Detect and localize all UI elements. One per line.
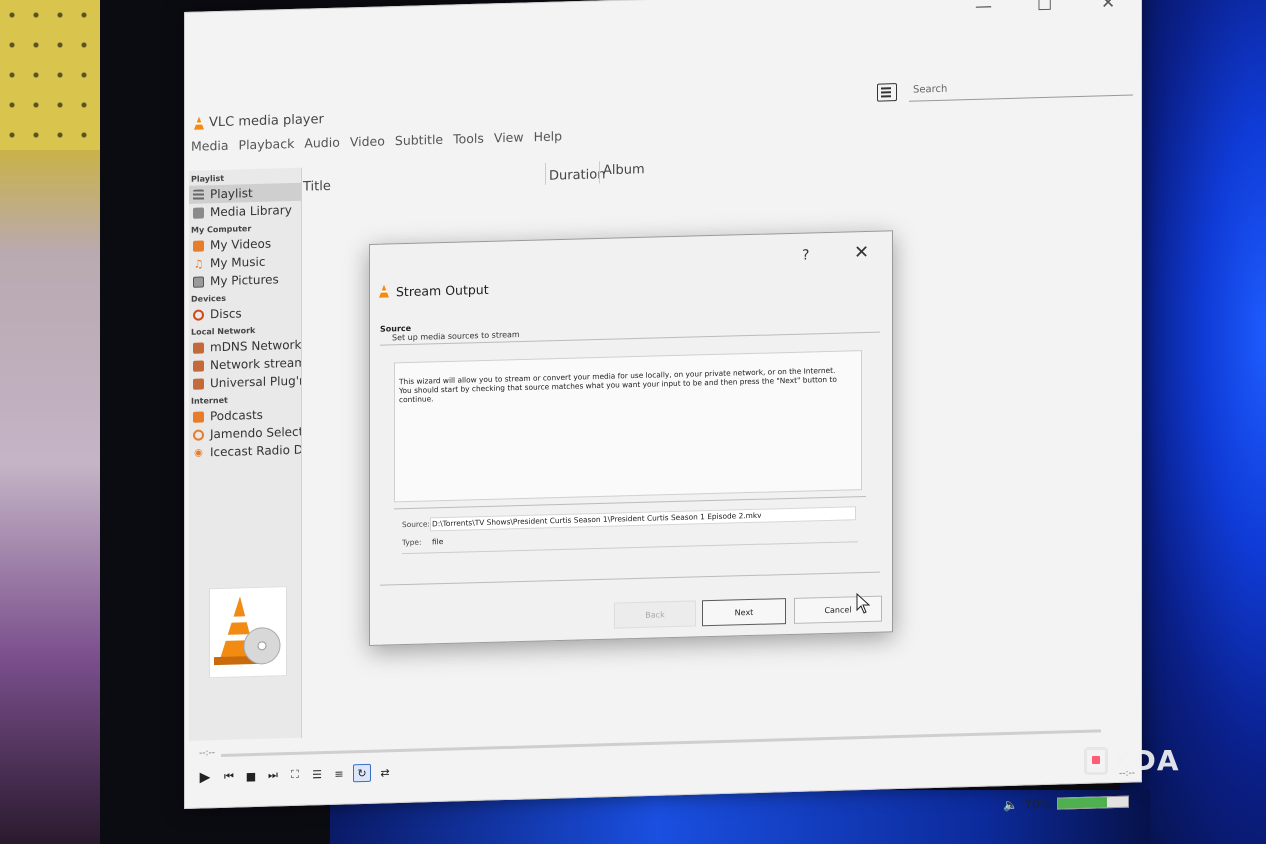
sidebar-item-label: Playlist bbox=[210, 186, 253, 202]
top-toolbar: Search bbox=[877, 74, 1133, 102]
xda-logo-icon bbox=[1084, 746, 1108, 775]
source-label: Source: bbox=[402, 519, 430, 530]
videos-icon bbox=[193, 239, 204, 252]
sidebar-item-label: Universal Plug'n... bbox=[210, 373, 301, 391]
close-icon[interactable]: ✕ bbox=[854, 242, 869, 263]
help-icon[interactable]: ? bbox=[802, 247, 809, 263]
type-value: file bbox=[432, 537, 444, 547]
menu-bar: Media Playback Audio Video Subtitle Tool… bbox=[191, 128, 562, 153]
window-title: VLC media player bbox=[209, 112, 324, 131]
sidebar-item-my-pictures[interactable]: My Pictures bbox=[189, 270, 301, 291]
sidebar-item-label: Icecast Radio Di... bbox=[210, 442, 301, 460]
sidebar-heading-devices: Devices bbox=[191, 293, 226, 304]
minimize-icon[interactable]: — bbox=[975, 0, 992, 17]
divider bbox=[380, 571, 880, 586]
menu-audio[interactable]: Audio bbox=[304, 135, 340, 151]
sidebar-heading-my-computer: My Computer bbox=[191, 224, 252, 235]
column-title[interactable]: Title bbox=[303, 179, 331, 195]
column-divider bbox=[599, 161, 600, 184]
playback-controls: ▶ ⏮ ■ ⏭ ⛶ ☰ ≡ ↻ ⇄ bbox=[195, 762, 393, 788]
wizard-description: This wizard will allow you to stream or … bbox=[394, 350, 862, 503]
title-bar: — ☐ ✕ bbox=[185, 0, 1141, 47]
network-icon bbox=[193, 359, 204, 372]
disc-icon bbox=[193, 308, 204, 321]
sidebar-item-label: My Pictures bbox=[210, 272, 279, 289]
menu-subtitle[interactable]: Subtitle bbox=[395, 132, 443, 148]
sidebar-item-media-library[interactable]: Media Library bbox=[189, 201, 301, 222]
divider bbox=[402, 541, 858, 555]
sidebar-heading-internet: Internet bbox=[191, 395, 228, 406]
speaker-icon: 🔈 bbox=[1003, 797, 1019, 813]
sidebar-item-label: My Music bbox=[210, 254, 266, 271]
vlc-cone-icon bbox=[379, 284, 389, 298]
volume-fill bbox=[1058, 797, 1107, 809]
album-art-placeholder bbox=[209, 586, 287, 679]
maximize-icon[interactable]: ☐ bbox=[1037, 0, 1052, 15]
elapsed-time: --:-- bbox=[199, 748, 216, 759]
column-divider bbox=[545, 162, 546, 185]
network-icon bbox=[193, 341, 204, 354]
sidebar-heading-local-network: Local Network bbox=[191, 326, 256, 337]
menu-media[interactable]: Media bbox=[191, 138, 229, 154]
next-button[interactable]: Next bbox=[702, 598, 786, 627]
vlc-cone-icon bbox=[214, 596, 281, 666]
previous-icon[interactable]: ⏮ bbox=[221, 769, 237, 785]
playlist-toggle-icon[interactable]: ≡ bbox=[331, 765, 347, 781]
sidebar-item-label: Network stream... bbox=[210, 355, 301, 373]
vlc-cone-icon bbox=[194, 116, 204, 130]
media-library-icon bbox=[193, 206, 204, 219]
podcast-icon bbox=[193, 410, 204, 423]
sidebar-item-label: Media Library bbox=[210, 202, 292, 220]
sidebar-item-label: Jamendo Selecti... bbox=[210, 424, 301, 442]
sidebar-item-discs[interactable]: Discs bbox=[189, 303, 301, 324]
music-icon: ♫ bbox=[193, 256, 204, 271]
menu-help[interactable]: Help bbox=[534, 128, 563, 144]
pictures-icon bbox=[193, 275, 204, 288]
sidebar-item-label: mDNS Network... bbox=[210, 337, 301, 355]
equalizer-icon[interactable]: ☰ bbox=[309, 766, 325, 782]
menu-playback[interactable]: Playback bbox=[239, 136, 295, 153]
sidebar-item-label: Podcasts bbox=[210, 407, 263, 424]
stop-icon[interactable]: ■ bbox=[243, 768, 259, 784]
menu-video[interactable]: Video bbox=[350, 133, 385, 149]
sidebar-item-label: Discs bbox=[210, 306, 242, 322]
menu-tools[interactable]: Tools bbox=[453, 131, 484, 147]
xda-watermark: XDA bbox=[1084, 744, 1180, 777]
playlist-header: Title Duration Album bbox=[303, 144, 1141, 195]
seek-bar[interactable] bbox=[221, 729, 1101, 757]
radio-icon: ◉ bbox=[194, 446, 203, 459]
stream-output-dialog: ? ✕ Stream Output Source Set up media so… bbox=[369, 230, 893, 647]
dialog-title: Stream Output bbox=[396, 281, 489, 300]
back-button[interactable]: Back bbox=[614, 600, 696, 629]
playlist-icon bbox=[193, 188, 204, 201]
next-icon[interactable]: ⏭ bbox=[265, 767, 281, 783]
play-icon[interactable]: ▶ bbox=[195, 767, 215, 788]
search-input[interactable]: Search bbox=[909, 74, 1133, 102]
column-album[interactable]: Album bbox=[603, 162, 645, 178]
shuffle-icon[interactable]: ⇄ bbox=[377, 764, 393, 780]
jamendo-icon bbox=[193, 428, 204, 441]
mouse-cursor-icon bbox=[856, 593, 871, 614]
background-pegboard bbox=[0, 0, 100, 150]
column-duration[interactable]: Duration bbox=[549, 167, 605, 184]
loop-icon[interactable]: ↻ bbox=[353, 763, 371, 783]
close-icon[interactable]: ✕ bbox=[1101, 0, 1115, 13]
fullscreen-icon[interactable]: ⛶ bbox=[287, 767, 303, 783]
sidebar-item-label: My Videos bbox=[210, 236, 272, 253]
sidebar-heading-playlist: Playlist bbox=[191, 173, 225, 184]
menu-view[interactable]: View bbox=[494, 130, 524, 146]
watermark-text: XDA bbox=[1110, 744, 1180, 777]
type-label: Type: bbox=[402, 537, 422, 548]
playlist-view-icon[interactable] bbox=[877, 82, 897, 102]
volume-slider[interactable] bbox=[1057, 795, 1129, 810]
network-icon bbox=[193, 377, 204, 390]
volume-label: 70% bbox=[1024, 796, 1051, 812]
sidebar-item-upnp[interactable]: Universal Plug'n... bbox=[189, 372, 301, 393]
sidebar-item-icecast[interactable]: ◉ Icecast Radio Di... bbox=[189, 441, 301, 462]
sidebar: Playlist Playlist Media Library My Compu… bbox=[189, 167, 302, 741]
